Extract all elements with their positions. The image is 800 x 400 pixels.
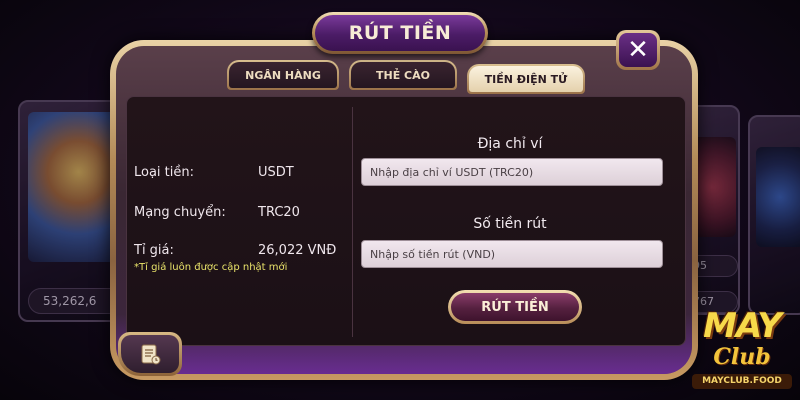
history-button[interactable] [118,332,182,376]
tab-label: NGÂN HÀNG [229,62,337,88]
tab-crypto[interactable]: TIỀN ĐIỆN TỬ [467,64,585,94]
tab-bank[interactable]: NGÂN HÀNG [227,60,339,90]
close-button[interactable]: ✕ [616,30,660,70]
currency-value: USDT [258,165,294,180]
game-thumbnail [756,147,800,247]
mayclub-logo: MAY Club MAYCLUB.FOOD [688,298,796,396]
panel-divider [352,107,353,337]
amount-title: Số tiền rút [473,216,547,232]
wallet-address-title: Địa chỉ ví [477,136,543,152]
submit-label: RÚT TIỀN [451,293,579,321]
logo-sub-text: Club [713,344,771,370]
close-icon: ✕ [619,33,657,67]
wallet-address-input[interactable] [361,158,663,186]
rate-value: 26,022 VNĐ [258,243,337,258]
scroll-icon [141,344,161,365]
logo-main-text: MAY [703,306,782,346]
rate-note: *Tỉ giá luôn được cập nhật mới [134,262,288,273]
rate-label: Tỉ giá: [134,243,174,258]
history-button-face [121,335,179,373]
network-label: Mạng chuyển: [134,205,226,220]
tab-label: THẺ CÀO [351,62,455,88]
dialog-title: RÚT TIỀN [315,15,485,51]
dialog-title-plate: RÚT TIỀN [312,12,488,54]
logo-domain: MAYCLUB.FOOD [692,374,792,389]
tab-card[interactable]: THẺ CÀO [349,60,457,90]
network-value: TRC20 [258,205,300,220]
currency-label: Loại tiền: [134,165,195,180]
tab-label: TIỀN ĐIỆN TỬ [469,66,583,92]
amount-input[interactable] [361,240,663,268]
withdraw-submit-button[interactable]: RÚT TIỀN [448,290,582,324]
game-thumbnail [28,112,120,262]
background-game-tile-far-right [748,115,800,315]
